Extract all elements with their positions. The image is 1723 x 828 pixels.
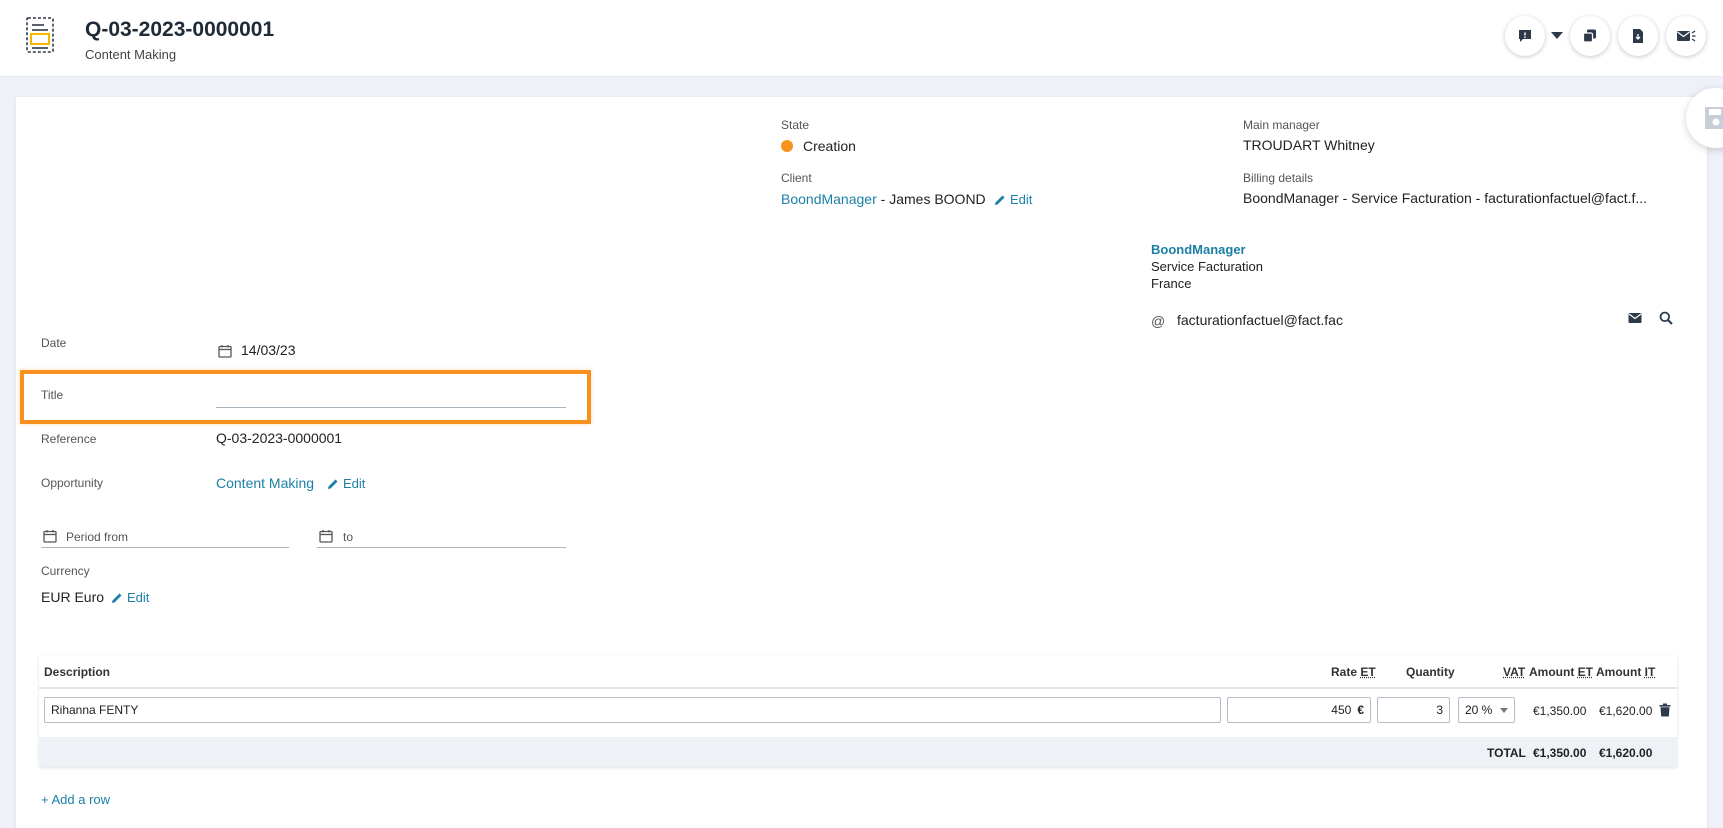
billing-company-link[interactable]: BoondManager [1151, 242, 1246, 257]
pencil-icon [112, 593, 122, 603]
header-rate-et: Rate ET [1331, 665, 1376, 679]
header-amount-label: Amount [1529, 665, 1575, 679]
title-input[interactable] [216, 382, 566, 408]
period-from-placeholder: Period from [66, 530, 129, 544]
at-sign-icon: @ [1151, 313, 1166, 329]
opportunity-link[interactable]: Content Making [216, 475, 314, 491]
total-et-value: €1,350.00 [1533, 746, 1587, 760]
opportunity-label: Opportunity [41, 476, 104, 490]
currency-edit-label: Edit [127, 590, 150, 605]
rate-input-value: 450 [1331, 703, 1352, 717]
period-to-field[interactable]: to [317, 524, 566, 548]
state-value: Creation [803, 138, 856, 154]
header-vat: VAT [1503, 665, 1526, 679]
header-amount-et: Amount ET [1529, 665, 1593, 679]
currency-edit-button[interactable]: Edit [111, 590, 149, 605]
vat-select[interactable]: 20 % [1458, 697, 1515, 723]
total-it-value: €1,620.00 [1599, 746, 1653, 760]
quantity-input[interactable]: 3 [1377, 697, 1450, 723]
top-bar: Q-03-2023-0000001 Content Making [0, 0, 1723, 77]
state-label: State [781, 118, 810, 132]
send-mail-button[interactable] [1628, 311, 1642, 327]
amount-it-value: €1,620.00 [1599, 704, 1653, 718]
pencil-icon [995, 195, 1005, 205]
period-from-field[interactable]: Period from [41, 524, 289, 548]
main-manager-label: Main manager [1243, 118, 1320, 132]
download-pdf-button[interactable] [1618, 16, 1658, 56]
date-value[interactable]: 14/03/23 [241, 342, 296, 358]
date-label: Date [41, 336, 67, 350]
reference-label: Reference [41, 432, 97, 446]
opportunity-edit-button[interactable]: Edit [327, 476, 365, 491]
client-contact: James BOOND [889, 191, 986, 207]
client-company-link[interactable]: BoondManager [781, 191, 877, 207]
send-email-button[interactable] [1666, 16, 1706, 56]
billing-country: France [1151, 276, 1192, 291]
header-amount-it: Amount IT [1596, 665, 1655, 679]
quotation-lines-table: Description Rate ET Quantity VAT Amount … [39, 655, 1677, 767]
header-amount-label: Amount [1596, 665, 1642, 679]
amount-et-value: €1,350.00 [1533, 704, 1587, 718]
state-indicator [781, 140, 793, 152]
comment-icon [1519, 30, 1531, 42]
calendar-icon [43, 530, 57, 543]
currency-label: Currency [41, 564, 90, 578]
pdf-icon [1633, 29, 1643, 43]
header-rate-abbr: ET [1360, 665, 1376, 679]
quotation-document-icon [26, 17, 54, 53]
chevron-down-icon[interactable] [1551, 32, 1563, 39]
euro-symbol: € [1357, 703, 1364, 717]
table-row: Rihanna FENTY 450 € 3 20 % €1,350.00 €1,6… [39, 697, 1677, 729]
total-label: TOTAL [1487, 746, 1526, 760]
description-input[interactable]: Rihanna FENTY [44, 697, 1221, 723]
page-title: Q-03-2023-0000001 [85, 18, 275, 41]
vat-select-value: 20 % [1465, 703, 1493, 717]
header-quantity: Quantity [1406, 665, 1455, 679]
email-icon [1677, 30, 1696, 42]
duplicate-button[interactable] [1570, 16, 1610, 56]
client-value: BoondManager - James BOOND [781, 191, 986, 207]
client-separator: - [876, 191, 890, 207]
billing-service: Service Facturation [1151, 259, 1263, 274]
envelope-icon [1628, 313, 1642, 323]
opportunity-edit-label: Edit [343, 476, 366, 491]
pencil-icon [328, 479, 338, 489]
reference-value: Q-03-2023-0000001 [216, 430, 343, 446]
rate-input[interactable]: 450 € [1227, 697, 1371, 723]
search-button[interactable] [1659, 311, 1673, 328]
title-label: Title [41, 388, 64, 402]
header-description: Description [44, 665, 111, 679]
delete-row-button[interactable] [1659, 703, 1671, 722]
copy-icon [1582, 29, 1596, 43]
client-edit-button[interactable]: Edit [994, 192, 1032, 207]
chevron-down-icon [1500, 707, 1508, 713]
quantity-input-value: 3 [1436, 703, 1443, 717]
main-manager-value: TROUDART Whitney [1243, 137, 1375, 153]
currency-value: EUR Euro [41, 589, 105, 605]
description-input-value: Rihanna FENTY [51, 703, 139, 717]
table-header: Description Rate ET Quantity VAT Amount … [39, 655, 1677, 689]
billing-email: facturationfactuel@fact.fac [1177, 312, 1343, 328]
billing-details-value[interactable]: BoondManager - Service Facturation - fac… [1243, 190, 1647, 206]
search-icon [1659, 311, 1673, 325]
header-rate: Rate [1331, 665, 1358, 679]
period-to-placeholder: to [343, 530, 354, 544]
add-row-link[interactable]: + Add a row [41, 792, 110, 807]
comment-button[interactable] [1505, 16, 1545, 56]
page-subtitle: Content Making [85, 47, 177, 62]
trash-icon [1659, 703, 1671, 717]
billing-details-label: Billing details [1243, 171, 1314, 185]
header-amount-it-abbr: IT [1644, 665, 1656, 679]
header-amount-et-abbr: ET [1577, 665, 1594, 679]
client-label: Client [781, 171, 812, 185]
calendar-icon [218, 344, 232, 361]
calendar-icon [319, 530, 333, 543]
floppy-disk-icon [1705, 107, 1723, 129]
client-edit-label: Edit [1010, 192, 1033, 207]
total-row: TOTAL €1,350.00 €1,620.00 [39, 737, 1677, 767]
